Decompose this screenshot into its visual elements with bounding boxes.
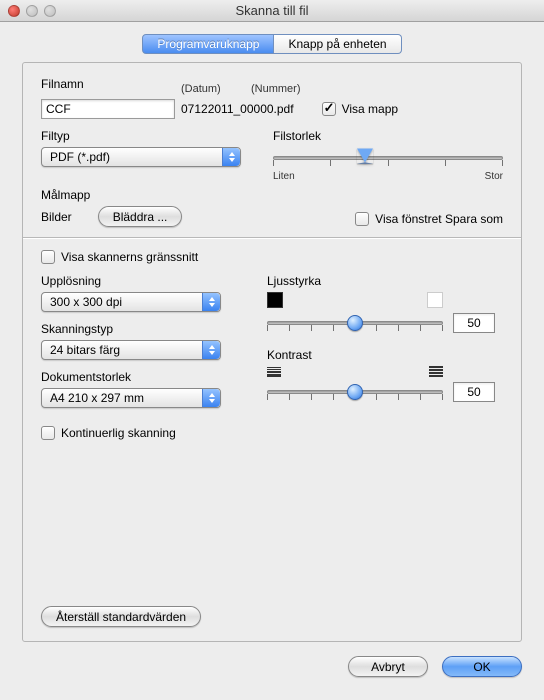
contrast-high-icon [429, 366, 443, 377]
filesize-label: Filstorlek [273, 129, 503, 143]
cancel-button[interactable]: Avbryt [348, 656, 428, 677]
date-header: (Datum) [181, 83, 221, 95]
chevron-updown-icon [202, 389, 220, 407]
filesize-slider[interactable] [273, 147, 503, 169]
show-saveas-checkbox[interactable]: Visa fönstret Spara som [355, 212, 503, 226]
continuous-scan-checkbox[interactable]: Kontinuerlig skanning [41, 426, 176, 440]
filename-input[interactable] [41, 99, 175, 119]
scanner-interface-checkbox[interactable]: Visa skannerns gränssnitt [41, 250, 503, 264]
ok-button[interactable]: OK [442, 656, 522, 677]
number-header: (Nummer) [251, 83, 301, 95]
docsize-value: A4 210 x 297 mm [50, 391, 144, 405]
brightness-value[interactable]: 50 [453, 313, 495, 333]
scanner-interface-label: Visa skannerns gränssnitt [61, 250, 198, 264]
resolution-value: 300 x 300 dpi [50, 295, 122, 309]
show-saveas-label: Visa fönstret Spara som [375, 212, 503, 226]
filesize-small-label: Liten [273, 171, 295, 182]
dialog-buttons: Avbryt OK [22, 656, 522, 677]
continuous-scan-label: Kontinuerlig skanning [61, 426, 176, 440]
brightness-light-icon [427, 292, 443, 308]
show-folder-label: Visa mapp [342, 102, 398, 116]
chevron-updown-icon [202, 341, 220, 359]
checkbox-icon [355, 212, 369, 226]
chevron-updown-icon [202, 293, 220, 311]
checkbox-icon [322, 102, 336, 116]
reset-defaults-button[interactable]: Återställ standardvärden [41, 606, 201, 627]
contrast-value[interactable]: 50 [453, 382, 495, 402]
filesize-large-label: Stor [485, 171, 503, 182]
window-title: Skanna till fil [0, 3, 544, 18]
scantype-label: Skanningstyp [41, 322, 239, 336]
brightness-label: Ljusstyrka [267, 274, 503, 288]
filename-label: Filnamn [41, 77, 181, 91]
resolution-label: Upplösning [41, 274, 239, 288]
destfolder-value: Bilder [41, 210, 72, 224]
generated-filename: 07122011_00000.pdf [181, 102, 294, 116]
main-tabs: Programvaruknapp Knapp på enheten [142, 34, 401, 54]
checkbox-icon [41, 426, 55, 440]
tab-device-button[interactable]: Knapp på enheten [274, 34, 401, 54]
chevron-updown-icon [222, 148, 240, 166]
titlebar: Skanna till fil [0, 0, 544, 22]
browse-button[interactable]: Bläddra ... [98, 206, 183, 227]
docsize-select[interactable]: A4 210 x 297 mm [41, 388, 221, 408]
slider-thumb-icon [357, 148, 373, 163]
scantype-select[interactable]: 24 bitars färg [41, 340, 221, 360]
filetype-select[interactable]: PDF (*.pdf) [41, 147, 241, 167]
scantype-value: 24 bitars färg [50, 343, 120, 357]
destfolder-label: Målmapp [41, 188, 273, 202]
contrast-label: Kontrast [267, 348, 503, 362]
filetype-value: PDF (*.pdf) [50, 150, 110, 164]
resolution-select[interactable]: 300 x 300 dpi [41, 292, 221, 312]
brightness-dark-icon [267, 292, 283, 308]
brightness-slider[interactable] [267, 312, 443, 334]
settings-panel: Filnamn (Datum) (Nummer) 07122011_00000.… [22, 62, 522, 642]
contrast-slider[interactable] [267, 381, 443, 403]
slider-thumb-icon [347, 315, 363, 331]
docsize-label: Dokumentstorlek [41, 370, 239, 384]
tab-software-button[interactable]: Programvaruknapp [142, 34, 274, 54]
divider [23, 237, 521, 238]
contrast-low-icon [267, 367, 281, 377]
slider-thumb-icon [347, 384, 363, 400]
filetype-label: Filtyp [41, 129, 273, 143]
show-folder-checkbox[interactable]: Visa mapp [322, 102, 398, 116]
checkbox-icon [41, 250, 55, 264]
